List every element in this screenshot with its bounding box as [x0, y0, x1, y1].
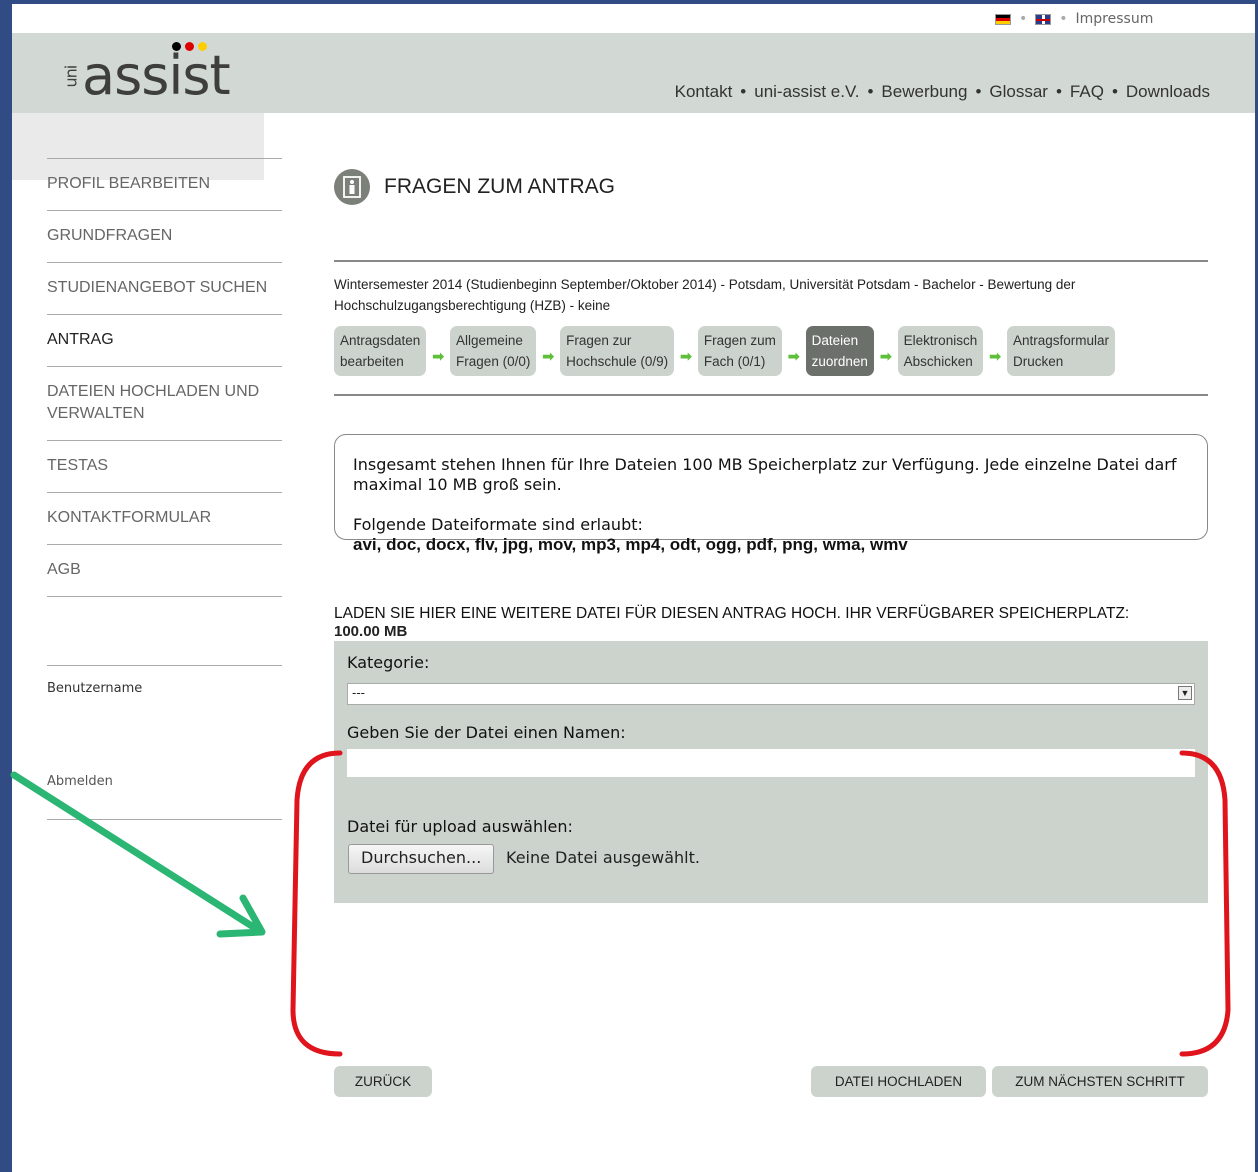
step-arrow-icon: ➡ — [680, 347, 692, 364]
category-value: --- — [352, 685, 365, 700]
step-arrow-icon: ➡ — [989, 347, 1001, 364]
separator: • — [1059, 11, 1068, 27]
german-flag-icon[interactable] — [995, 13, 1011, 25]
step-arrow-icon: ➡ — [432, 347, 445, 364]
step-label: bearbeiten — [340, 354, 404, 369]
step-navigation: Antragsdaten bearbeiten ➡ Allgemeine Frage… — [334, 326, 1194, 386]
program-description: Wintersemester 2014 (Studienbeginn Septe… — [334, 277, 1076, 313]
sidebar-item-testas[interactable]: TESTAS — [47, 440, 282, 492]
step-antragsdaten[interactable]: Antragsdaten bearbeiten — [334, 326, 427, 376]
english-flag-icon[interactable] — [1035, 13, 1052, 25]
step-label: Antragsdaten — [340, 333, 421, 348]
impressum-link[interactable]: Impressum — [1076, 11, 1154, 27]
nav-faq[interactable]: FAQ — [1070, 82, 1104, 102]
upload-button[interactable]: DATEI HOCHLADEN — [811, 1066, 986, 1097]
filename-label: Geben Sie der Datei einen Namen: — [347, 723, 626, 742]
nav-separator: • — [740, 82, 747, 101]
nav-separator: • — [1111, 82, 1118, 101]
main-nav: Kontakt • uni-assist e.V. • Bewerbung • Glo… — [675, 82, 1210, 102]
step-arrow-icon: ➡ — [542, 347, 555, 364]
category-label: Kategorie: — [347, 653, 430, 672]
step-label: Dateien — [811, 333, 859, 348]
step-label: Elektronisch — [903, 333, 978, 348]
step-label: Fragen zur — [566, 333, 632, 348]
step-dateien-zuordnen[interactable]: Dateien zuordnen — [805, 326, 874, 376]
category-select[interactable]: --- ▼ — [347, 683, 1195, 705]
step-elektronisch-abschicken[interactable]: Elektronisch Abschicken — [897, 326, 984, 376]
nav-glossar[interactable]: Glossar — [989, 82, 1048, 102]
chevron-down-icon[interactable]: ▼ — [1178, 686, 1192, 700]
nav-bewerbung[interactable]: Bewerbung — [881, 82, 967, 102]
nav-separator: • — [975, 82, 982, 101]
step-fragen-fach[interactable]: Fragen zum Fach (0/1) — [697, 326, 782, 376]
logo-prefix: uni — [61, 65, 81, 88]
top-utility-bar: • • Impressum — [995, 8, 1153, 30]
logout-link[interactable]: Abmelden — [47, 774, 282, 820]
file-select-label: Datei für upload auswählen: — [347, 817, 573, 836]
nav-kontakt[interactable]: Kontakt — [675, 82, 733, 102]
step-antragsformular-drucken[interactable]: Antragsformular Drucken — [1006, 326, 1115, 376]
step-label: Drucken — [1012, 354, 1064, 369]
step-arrow-icon: ➡ — [879, 347, 892, 364]
logo-word: assist — [82, 44, 231, 107]
logo-dot — [185, 42, 194, 51]
nav-uni-assist[interactable]: uni-assist e.V. — [754, 82, 859, 102]
door-person-icon — [334, 169, 370, 205]
sidebar-item-dateien[interactable]: DATEIEN HOCHLADEN UND VERWALTEN — [47, 366, 282, 440]
step-label: Allgemeine — [456, 333, 523, 348]
nav-separator: • — [867, 82, 874, 101]
available-space: 100.00 MB — [334, 623, 408, 640]
step-label: zuordnen — [811, 354, 868, 369]
upload-panel: Kategorie: --- ▼ Geben Sie der Datei ein… — [334, 641, 1208, 903]
page-title-row: FRAGEN ZUM ANTRAG — [334, 160, 1208, 214]
step-arrow-icon: ➡ — [787, 347, 800, 364]
logo-dot — [172, 42, 181, 51]
divider — [334, 260, 1208, 262]
nav-separator: • — [1055, 82, 1062, 101]
sidebar-item-antrag[interactable]: ANTRAG — [47, 314, 282, 366]
nav-downloads[interactable]: Downloads — [1126, 82, 1210, 102]
step-allgemeine-fragen[interactable]: Allgemeine Fragen (0/0) — [450, 326, 537, 376]
sidebar-item-agb[interactable]: AGB — [47, 544, 282, 597]
step-fragen-hochschule[interactable]: Fragen zur Hochschule (0/9) — [560, 326, 675, 376]
upload-heading: LADEN SIE HIER EINE WEITERE DATEI FÜR DI… — [334, 605, 1130, 622]
step-label: Antragsformular — [1012, 333, 1109, 348]
divider — [334, 394, 1208, 396]
logo-dots — [172, 42, 207, 51]
main-content: FRAGEN ZUM ANTRAG Wintersemester 2014 (S… — [334, 160, 1208, 903]
step-label: Fragen (0/0) — [456, 354, 531, 369]
storage-info-text: Insgesamt stehen Ihnen für Ihre Dateien … — [353, 455, 1177, 494]
step-label: Abschicken — [903, 354, 973, 369]
uni-assist-logo[interactable]: uniassist — [60, 44, 231, 107]
formats-label: Folgende Dateiformate sind erlaubt: — [353, 515, 643, 534]
sidebar-item-grundfragen[interactable]: GRUNDFRAGEN — [47, 210, 282, 262]
step-label: Fragen zum — [703, 333, 776, 348]
sidebar-item-kontaktformular[interactable]: KONTAKTFORMULAR — [47, 492, 282, 544]
back-button[interactable]: ZURÜCK — [334, 1066, 432, 1097]
sidebar-item-studienangebot[interactable]: STUDIENANGEBOT SUCHEN — [47, 262, 282, 314]
sidebar: PROFIL BEARBEITEN GRUNDFRAGEN STUDIENANG… — [47, 158, 282, 597]
no-file-text: Keine Datei ausgewählt. — [506, 848, 700, 867]
next-step-button[interactable]: ZUM NÄCHSTEN SCHRITT — [992, 1066, 1208, 1097]
logo-dot — [198, 42, 207, 51]
username-label: Benutzername — [47, 681, 143, 696]
separator: • — [1019, 11, 1028, 27]
allowed-formats: avi, doc, docx, flv, jpg, mov, mp3, mp4,… — [353, 535, 908, 554]
sidebar-item-profil[interactable]: PROFIL BEARBEITEN — [47, 158, 282, 210]
step-label: Hochschule (0/9) — [566, 354, 669, 369]
browse-button[interactable]: Durchsuchen... — [348, 844, 495, 874]
page-title: FRAGEN ZUM ANTRAG — [384, 175, 616, 198]
filename-input[interactable] — [347, 749, 1195, 777]
storage-info-box: Insgesamt stehen Ihnen für Ihre Dateien … — [334, 434, 1208, 554]
user-section: Benutzername — [47, 665, 282, 696]
step-label: Fach (0/1) — [703, 354, 766, 369]
